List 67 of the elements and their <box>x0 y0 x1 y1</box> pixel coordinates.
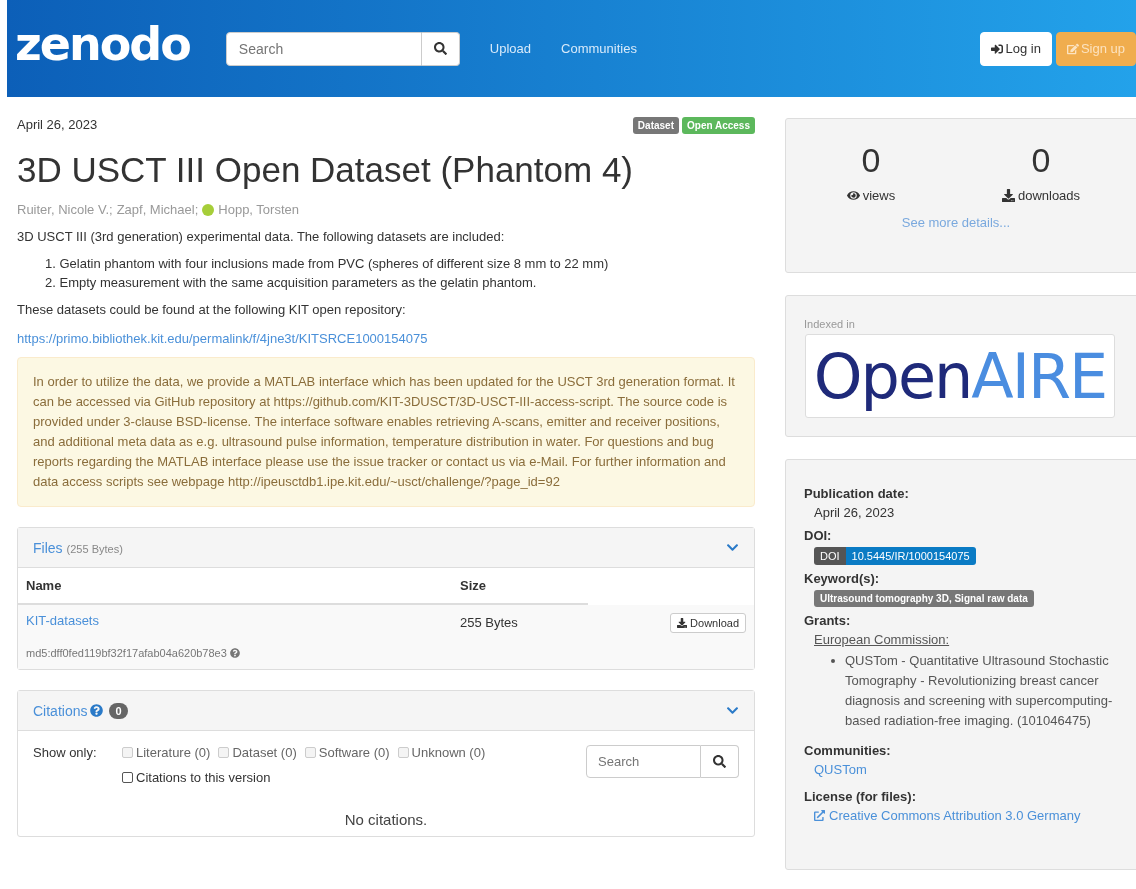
chevron-icon <box>726 541 739 554</box>
author-name: Zapf, Michael; <box>116 202 199 217</box>
file-link[interactable]: KIT-datasets <box>26 613 460 628</box>
indexed-label: Indexed in <box>803 317 856 332</box>
meta-label: DOI: <box>804 528 833 543</box>
meta-label: Communities: <box>804 743 892 758</box>
license-link[interactable]: Creative Commons Attribution 3.0 Germany <box>814 808 1126 823</box>
external-link-icon <box>814 810 825 821</box>
zenodo-logo[interactable]: zenodo <box>15 19 190 70</box>
meta-label: License (for files): <box>804 789 917 804</box>
keyword-tag: Ultrasound tomography 3D, Signal raw data <box>814 590 1034 607</box>
record-title: 3D USCT III Open Dataset (Phantom 4) <box>17 150 634 190</box>
meta-label: Publication date: <box>804 486 910 501</box>
files-size: (255 Bytes) <box>66 542 123 555</box>
citations-panel-header[interactable]: Citations 0 <box>18 691 754 731</box>
notice-box: In order to utilize the data, we provide a MATLAB interface which has been updated for the USCT 3rd generation format. It can be accessed via GitHub repository at https://github.com/KIT-3DUSCT/3D-USCT-III-access-script. The source code is provided under 3-clause BSD-license. The interface software enables retrieving A-scans, emitter and receiver positions, and additional meta data as e.g. ultrasound pulse information, temperature distribution in water. For questions and bug reports regarding the MATLAB interface please use the issue tracker or contact us via e-Mail. For further information and data access scripts see webpage http://ipeusctdb1.ipe.kit.edu/~usct/challenge/?page_id=92 <box>17 357 755 507</box>
funder-name: European Commission: <box>814 632 950 647</box>
column-header: Size <box>460 578 487 593</box>
help-icon <box>229 648 240 658</box>
search-icon <box>433 42 447 55</box>
bullet-icon <box>831 659 835 663</box>
download-icon <box>677 618 688 628</box>
stat-label: downloads <box>1001 188 1081 203</box>
edit-icon <box>1066 42 1079 55</box>
empty-message: No citations. <box>343 810 429 830</box>
stat-value: 0 <box>861 141 881 180</box>
search-icon <box>713 755 726 768</box>
chevron-icon <box>726 704 739 717</box>
search-button[interactable] <box>701 745 739 778</box>
citation-search-field[interactable]: Search <box>586 745 701 778</box>
record-date: April 26, 2023 <box>17 117 98 134</box>
openaire-logo[interactable]: OpenAIRE <box>805 334 1115 418</box>
meta-value: April 26, 2023 <box>814 505 896 520</box>
record-badge: Dataset <box>632 117 679 134</box>
author-name: Hopp, Torsten <box>218 202 299 217</box>
panel-title: Files <box>33 539 63 556</box>
nav-link[interactable]: Communities <box>561 41 637 56</box>
download-icon <box>1001 189 1015 202</box>
search-button[interactable] <box>421 31 460 66</box>
eye-icon <box>846 189 860 202</box>
download-button[interactable]: Download <box>670 613 746 633</box>
sign-in-icon <box>991 42 1004 55</box>
panel-title: Citations <box>33 702 88 719</box>
meta-label: Keyword(s): <box>804 571 881 586</box>
column-header: Name <box>26 578 63 593</box>
nav-link[interactable]: Upload <box>489 41 532 56</box>
meta-label: Grants: <box>804 613 852 628</box>
help-icon <box>90 704 104 717</box>
description-text: 3D USCT III (3rd generation) experimental data. The following datasets are included: <box>17 229 506 244</box>
description-text: These datasets could be found at the following KIT open repository: <box>17 302 407 317</box>
author-name: Ruiter, Nicole V.; <box>17 202 113 217</box>
filter-checkbox[interactable]: Citations to this version <box>122 770 271 785</box>
grant-text: QUSTom - Quantitative Ultrasound Stochastic Tomography - Revolutionizing breast cancer diagnosis and screening with supercomputing-based radiation-free imaging. (101046475) <box>845 652 1114 730</box>
count-badge: 0 <box>109 702 128 719</box>
search-field[interactable]: Search <box>225 31 422 66</box>
files-panel-header[interactable]: Files (255 Bytes) <box>18 528 754 568</box>
table-cell-text: 255 Bytes <box>460 614 519 630</box>
list-item: 1. Gelatin phantom with four inclusions made from PVC (spheres of different size 8 mm to 22 mm) <box>45 256 610 271</box>
community-link[interactable]: QUSTom <box>814 762 1126 777</box>
list-item: 2. Empty measurement with the same acquisition parameters as the gelatin phantom. <box>45 275 538 290</box>
record-badge: Open Access <box>682 117 755 134</box>
repository-link[interactable]: https://primo.bibliothek.kit.edu/permalink/f/4jne3t/KITSRCE1000154075 <box>17 331 428 346</box>
stat-label: views <box>846 188 896 203</box>
stat-value: 0 <box>1031 141 1051 180</box>
checksum-text: md5:dff0fed119bf32f17afab04a620b78e3 <box>26 647 227 659</box>
login-button[interactable]: Log in <box>980 31 1052 66</box>
filter-label: Show only: <box>33 745 98 762</box>
